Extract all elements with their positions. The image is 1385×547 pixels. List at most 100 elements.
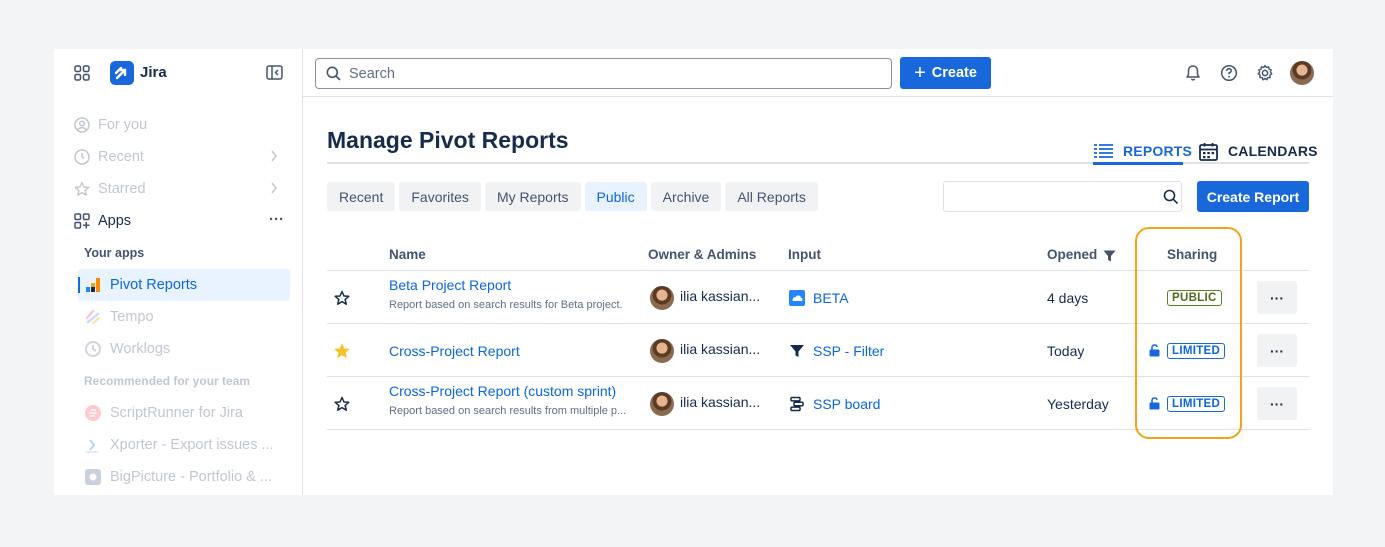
report-description: Report based on search results for Beta … (389, 299, 623, 311)
cloud-project-icon (789, 290, 805, 306)
create-report-button[interactable]: Create Report (1197, 181, 1309, 212)
help-icon[interactable] (1220, 64, 1238, 82)
scriptrunner-icon (84, 404, 102, 422)
search-icon[interactable] (1163, 189, 1179, 205)
filter-archive[interactable]: Archive (650, 182, 722, 211)
sidebar-item-label: Tempo (110, 309, 154, 325)
your-apps-heading: Your apps (84, 246, 145, 260)
page-title: Manage Pivot Reports (327, 127, 569, 153)
sidebar-item-label: ScriptRunner for Jira (110, 405, 243, 421)
sidebar-item-starred[interactable]: Starred (74, 175, 290, 203)
user-circle-icon (74, 117, 90, 133)
report-description: Report based on search results from mult… (389, 405, 627, 417)
star-outline-icon[interactable] (334, 396, 350, 412)
filter-favorites[interactable]: Favorites (399, 182, 481, 211)
sidebar-item-pivot-reports[interactable]: Pivot Reports (84, 271, 294, 299)
column-header-opened[interactable]: Opened (1047, 247, 1097, 262)
tempo-icon (84, 308, 102, 326)
sidebar-item-label: Pivot Reports (110, 277, 198, 293)
table-row[interactable]: Cross-Project Report (custom sprint) Rep… (327, 377, 1309, 430)
sidebar-item-xporter[interactable]: xporter Xporter - Export issues ... (84, 431, 294, 459)
sidebar-item-tempo[interactable]: Tempo (84, 303, 294, 331)
top-bar: Search + Create (303, 49, 1333, 97)
unlock-icon (1149, 397, 1160, 410)
filter-my-reports[interactable]: My Reports (484, 182, 581, 211)
recommended-heading: Recommended for your team (84, 374, 251, 388)
report-name-link[interactable]: Cross-Project Report (custom sprint) (389, 383, 616, 399)
calendar-icon (1199, 142, 1218, 161)
sidebar-item-apps[interactable]: Apps ··· (74, 207, 290, 235)
sidebar-item-bigpicture[interactable]: BigPicture - Portfolio & ... (84, 463, 294, 491)
user-avatar[interactable] (1290, 61, 1314, 85)
active-item-indicator (78, 277, 80, 293)
app-name[interactable]: Jira (140, 64, 167, 81)
filter-funnel-icon[interactable] (1103, 250, 1116, 262)
sidebar-item-label: For you (98, 117, 148, 133)
create-button[interactable]: + Create (900, 57, 991, 89)
column-header-owner[interactable]: Owner & Admins (648, 247, 756, 262)
sidebar-item-label: Worklogs (110, 341, 171, 357)
report-search-input[interactable] (943, 181, 1182, 212)
input-link[interactable]: SSP board (813, 396, 880, 412)
report-name-link[interactable]: Beta Project Report (389, 277, 511, 293)
sidebar-item-scriptrunner[interactable]: ScriptRunner for Jira (84, 399, 294, 427)
clock-icon (74, 149, 90, 165)
create-button-label: Create (931, 65, 977, 81)
owner-avatar (650, 286, 674, 310)
svg-text:xporter: xporter (86, 449, 99, 454)
star-outline-icon[interactable] (334, 290, 350, 306)
star-icon (74, 181, 90, 197)
notifications-bell-icon[interactable] (1184, 64, 1202, 82)
star-filled-icon[interactable] (334, 343, 350, 359)
bigpicture-icon (84, 468, 102, 486)
column-header-sharing[interactable]: Sharing (1167, 247, 1217, 262)
unlock-icon (1149, 344, 1160, 357)
owner-name: ilia kassian... (680, 394, 761, 410)
tab-calendars[interactable]: CALENDARS (1199, 139, 1318, 163)
column-header-name[interactable]: Name (389, 247, 426, 262)
collapse-sidebar-icon[interactable] (266, 65, 283, 80)
sidebar-item-label: Recent (98, 149, 144, 165)
more-actions-button[interactable]: ··· (1257, 281, 1297, 314)
sharing-badge-limited: LIMITED (1167, 396, 1226, 412)
apps-icon (74, 213, 90, 229)
filter-recent[interactable]: Recent (327, 182, 396, 211)
sidebar-item-label: Xporter - Export issues ... (110, 437, 274, 453)
sidebar-item-label: Apps (98, 213, 132, 229)
board-icon (790, 396, 804, 412)
more-actions-button[interactable]: ··· (1257, 334, 1297, 367)
search-placeholder: Search (349, 65, 395, 82)
table-row[interactable]: Beta Project Report Report based on sear… (327, 271, 1309, 324)
input-link[interactable]: BETA (813, 290, 849, 306)
sharing-badge-public: PUBLIC (1167, 290, 1222, 306)
sidebar-item-recent[interactable]: Recent (74, 143, 290, 171)
pivot-reports-icon (84, 276, 102, 294)
report-name-link[interactable]: Cross-Project Report (389, 343, 520, 359)
settings-gear-icon[interactable] (1256, 64, 1274, 82)
chevron-right-icon[interactable] (270, 182, 278, 194)
worklogs-icon (84, 340, 102, 358)
filter-all-reports[interactable]: All Reports (725, 182, 818, 211)
filter-public[interactable]: Public (584, 182, 647, 211)
column-header-input[interactable]: Input (788, 247, 821, 262)
more-actions-button[interactable]: ··· (1257, 387, 1297, 420)
owner-name: ilia kassian... (680, 288, 761, 304)
table-row[interactable]: Cross-Project Report ilia kassian... SSP… (327, 324, 1309, 377)
app-switcher-icon[interactable] (74, 65, 90, 81)
sidebar-item-label: BigPicture - Portfolio & ... (110, 469, 272, 485)
input-link[interactable]: SSP - Filter (813, 343, 884, 359)
filter-chips: Recent Favorites My Reports Public Archi… (327, 182, 818, 211)
owner-avatar (650, 339, 674, 363)
jira-logo-icon[interactable] (110, 61, 134, 85)
opened-value: Today (1047, 343, 1085, 359)
sidebar-item-for-you[interactable]: For you (74, 111, 290, 139)
sidebar-header: Jira (54, 49, 303, 97)
tab-reports[interactable]: REPORTS (1094, 139, 1192, 163)
chevron-right-icon[interactable] (270, 150, 278, 162)
sidebar-item-label: Starred (98, 181, 146, 197)
apps-more-button[interactable]: ··· (269, 211, 284, 228)
search-input[interactable]: Search (315, 58, 892, 89)
sidebar: Jira For you Recent Starred Apps ··· You… (54, 49, 303, 495)
list-icon (1094, 144, 1113, 158)
sidebar-item-worklogs[interactable]: Worklogs (84, 335, 294, 363)
